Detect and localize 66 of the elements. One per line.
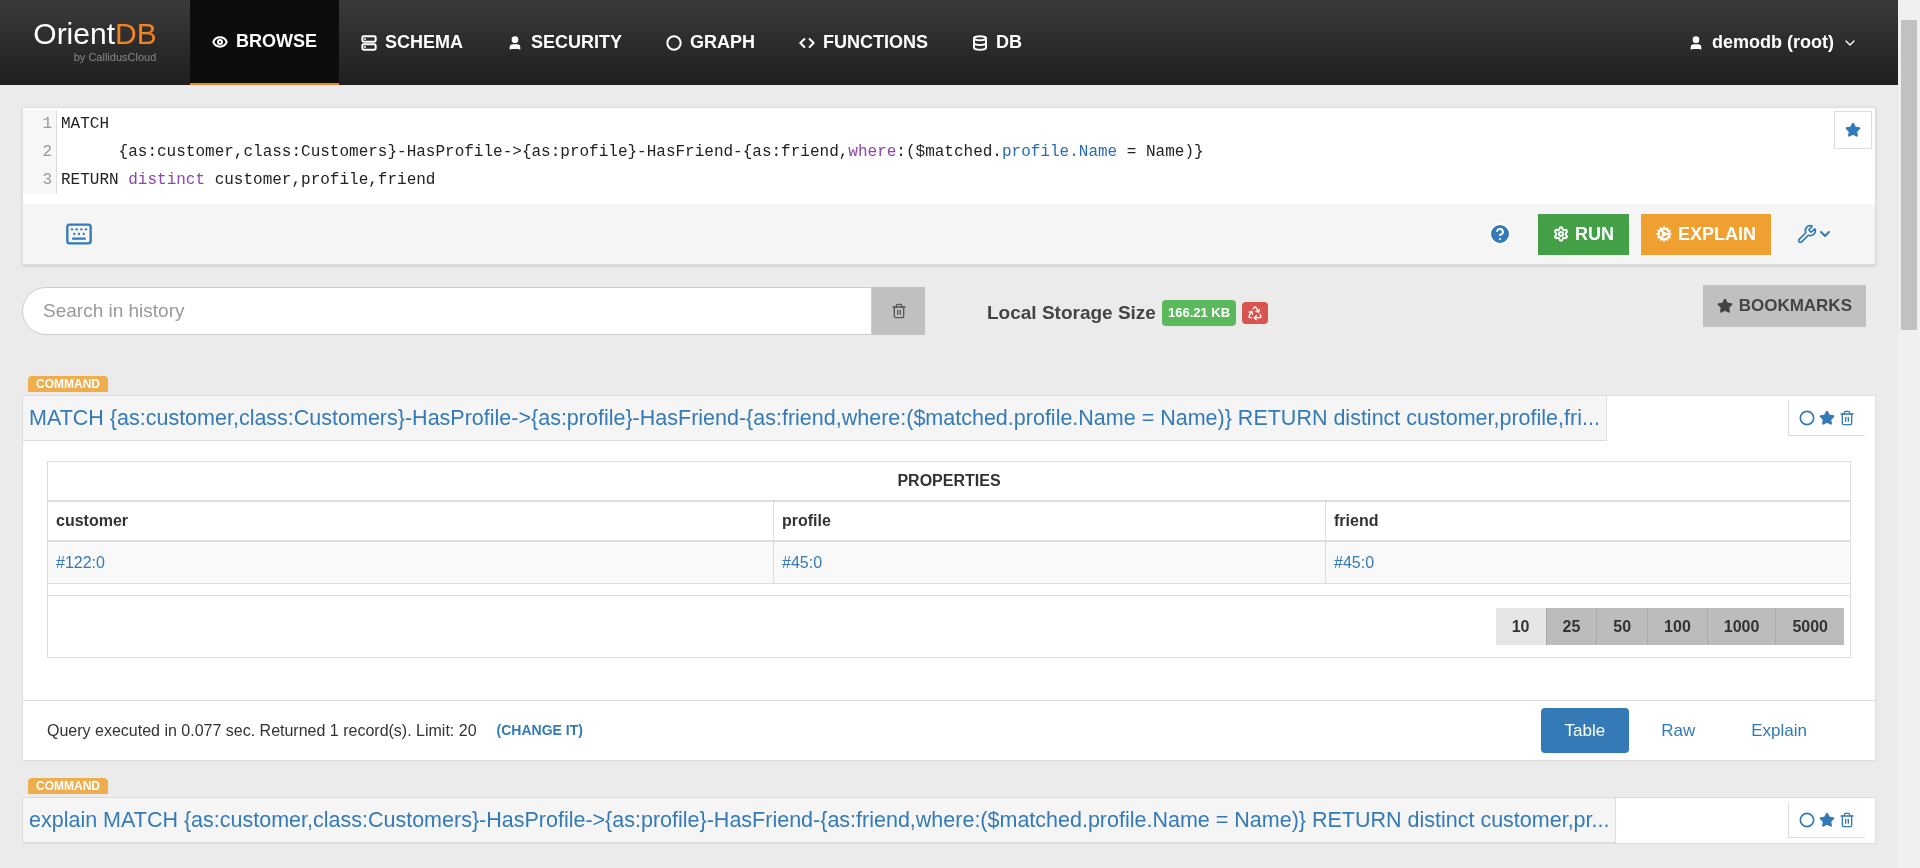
page-size-button[interactable]: 1000 (1707, 608, 1777, 645)
column-header: profile (774, 502, 1326, 540)
query-header[interactable]: MATCH {as:customer,class:Customers}-HasProfile->{as:profile}-HasFriend-{as:friend,where:($matched.profile.Name = Name)} RETURN distinct customer,profile,fri... (23, 396, 1607, 441)
record-link[interactable]: #45:0 (774, 542, 1326, 583)
nav-tab[interactable]: DB (950, 0, 1045, 85)
star-icon (1845, 122, 1861, 138)
record-link[interactable]: #45:0 (1326, 542, 1850, 583)
user-icon (1688, 34, 1704, 51)
command-badge: COMMAND (28, 778, 108, 794)
page-size-button[interactable]: 50 (1597, 608, 1649, 645)
trash-icon[interactable] (1839, 409, 1855, 426)
query-header[interactable]: explain MATCH {as:customer,class:Customers}-HasProfile->{as:profile}-HasFriend-{as:friend,where:($matched.profile.Name = Name)} RETURN distinct customer,pr... (23, 798, 1617, 843)
nav-tab[interactable]: SCHEMA (339, 0, 485, 85)
column-header: friend (1333, 511, 1380, 531)
tools-dropdown[interactable] (1797, 224, 1833, 244)
group-header: PROPERTIES (48, 462, 1850, 502)
logo: OrientDB (33, 19, 157, 50)
query-status: Query executed in 0.077 sec. Returned 1 record(s). Limit: 20 (47, 720, 477, 741)
nav-tab[interactable]: BROWSE (190, 0, 339, 85)
gear-icon (1553, 226, 1569, 242)
code-editor[interactable]: 1 MATCH 2 {as:customer,class:Customers}-HasProfile->{as:profile}-HasFriend-{as:friend,where:($matched.profile.Name = Name)} 3 RETURN distinct customer,profile,friend (23, 108, 1834, 204)
code-line: {as:customer,class:Customers}-HasProfile->{as:profile}-HasFriend-{as:friend,where:($matched.profile.Name = Name)} (117, 142, 1204, 163)
command-badge: COMMAND (28, 376, 108, 392)
clear-history-button[interactable] (872, 287, 925, 335)
nav-tab[interactable]: FUNCTIONS (777, 0, 951, 85)
trash-icon (890, 303, 907, 319)
view-tab[interactable]: Raw (1637, 708, 1720, 753)
trash-icon[interactable] (1839, 811, 1855, 828)
help-icon[interactable] (1488, 222, 1512, 246)
view-tab[interactable]: Table (1540, 708, 1630, 753)
star-icon[interactable] (1819, 811, 1835, 828)
clear-storage-button[interactable] (1242, 302, 1269, 324)
circle-icon (666, 34, 683, 51)
logo-tagline: by CallidusCloud (73, 50, 157, 66)
eye-icon (212, 33, 228, 50)
user-icon (507, 34, 523, 51)
column-header: customer (48, 502, 774, 540)
page-size-button[interactable]: 25 (1546, 608, 1598, 645)
storage-label: Local Storage Size (987, 300, 1156, 325)
view-tab[interactable]: Explain (1727, 708, 1831, 753)
circle-icon[interactable] (1799, 409, 1815, 426)
list-icon (361, 34, 377, 51)
history-search-field[interactable]: Search in history (22, 287, 872, 335)
line-number: 2 (23, 138, 57, 166)
database-icon (972, 34, 989, 51)
page-size-button[interactable]: 10 (1495, 608, 1547, 645)
star-icon (1716, 298, 1733, 314)
circle-icon[interactable] (1799, 811, 1815, 828)
bookmark-button[interactable] (1834, 111, 1872, 149)
change-limit-link[interactable]: (CHANGE IT) (496, 720, 583, 741)
recycle-icon (1247, 305, 1264, 321)
code-line: RETURN distinct customer,profile,friend (60, 170, 436, 191)
page-size-button[interactable]: 100 (1648, 608, 1708, 645)
wrench-icon (1797, 224, 1817, 244)
record-link[interactable]: #122:0 (48, 542, 774, 583)
user-menu[interactable]: demodb (root) (1688, 0, 1898, 85)
nav-tab[interactable]: SECURITY (485, 0, 645, 85)
bookmarks-button[interactable]: BOOKMARKS (1702, 285, 1866, 327)
code-line: MATCH (60, 114, 109, 135)
line-number: 3 (23, 166, 57, 194)
storage-size-badge: 166.21 KB (1161, 300, 1237, 326)
nav-tab[interactable]: GRAPH (644, 0, 778, 85)
star-icon[interactable] (1819, 409, 1835, 426)
line-number: 1 (23, 110, 57, 138)
scrollbar[interactable] (1898, 0, 1920, 868)
page-size-button[interactable]: 5000 (1776, 608, 1844, 645)
